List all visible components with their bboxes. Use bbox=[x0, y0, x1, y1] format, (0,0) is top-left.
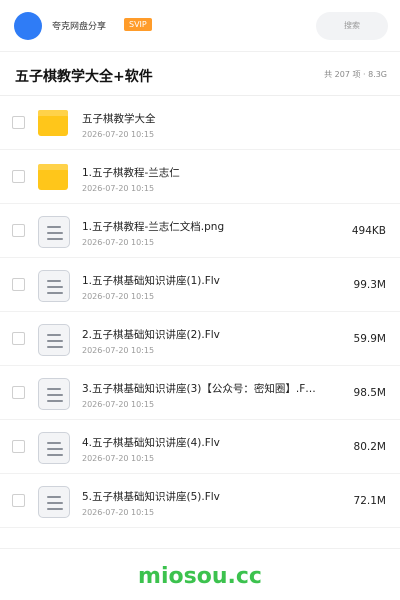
item-name: 3.五子棋基础知识讲座(3)【公众号：密知圈】.F… bbox=[82, 383, 316, 395]
item-date: 2026-07-20 10:15 bbox=[82, 346, 155, 355]
item-size: 59.9M bbox=[353, 333, 386, 345]
item-size: 98.5M bbox=[353, 387, 386, 399]
folder-title-bar: 五子棋教学大全+软件 共 207 项 · 8.3G bbox=[0, 52, 400, 96]
item-name: 1.五子棋教程-兰志仁 bbox=[82, 167, 180, 179]
file-list: 五子棋教学大全 2026-07-20 10:15 1.五子棋教程-兰志仁 202… bbox=[0, 96, 400, 528]
select-checkbox[interactable] bbox=[12, 494, 25, 507]
top-header: 夸克网盘分享 SVIP 搜索 bbox=[0, 0, 400, 52]
avatar[interactable] bbox=[14, 12, 42, 40]
item-name: 1.五子棋教程-兰志仁文档.png bbox=[82, 221, 225, 233]
document-icon bbox=[38, 324, 70, 356]
list-item[interactable]: 1.五子棋教程-兰志仁文档.png 2026-07-20 10:15 494KB bbox=[0, 204, 400, 258]
item-size: 72.1M bbox=[353, 495, 386, 507]
select-checkbox[interactable] bbox=[12, 116, 25, 129]
select-checkbox[interactable] bbox=[12, 440, 25, 453]
folder-icon bbox=[38, 163, 70, 193]
svip-badge: SVIP bbox=[124, 18, 152, 31]
select-checkbox[interactable] bbox=[12, 170, 25, 183]
watermark: miosou.cc bbox=[138, 564, 262, 589]
item-date: 2026-07-20 10:15 bbox=[82, 454, 155, 463]
folder-icon bbox=[38, 109, 70, 139]
list-item[interactable]: 1.五子棋教程-兰志仁 2026-07-20 10:15 bbox=[0, 150, 400, 204]
item-date: 2026-07-20 10:15 bbox=[82, 400, 155, 409]
document-icon bbox=[38, 270, 70, 302]
list-item[interactable]: 1.五子棋基础知识讲座(1).Flv 2026-07-20 10:15 99.3… bbox=[0, 258, 400, 312]
select-checkbox[interactable] bbox=[12, 224, 25, 237]
item-name: 1.五子棋基础知识讲座(1).Flv bbox=[82, 275, 220, 287]
item-size: 99.3M bbox=[353, 279, 386, 291]
item-name: 5.五子棋基础知识讲座(5).Flv bbox=[82, 491, 220, 503]
document-icon bbox=[38, 216, 70, 248]
item-date: 2026-07-20 10:15 bbox=[82, 184, 155, 193]
item-date: 2026-07-20 10:15 bbox=[82, 130, 155, 139]
page-title: 五子棋教学大全+软件 bbox=[15, 69, 153, 85]
item-size: 494KB bbox=[351, 225, 386, 237]
select-checkbox[interactable] bbox=[12, 332, 25, 345]
select-checkbox[interactable] bbox=[12, 278, 25, 291]
list-item[interactable]: 五子棋教学大全 2026-07-20 10:15 bbox=[0, 96, 400, 150]
document-icon bbox=[38, 432, 70, 464]
item-name: 2.五子棋基础知识讲座(2).Flv bbox=[82, 329, 220, 341]
item-name: 4.五子棋基础知识讲座(4).Flv bbox=[82, 437, 220, 449]
folder-summary: 共 207 项 · 8.3G bbox=[324, 70, 387, 79]
list-item[interactable]: 3.五子棋基础知识讲座(3)【公众号：密知圈】.F… 2026-07-20 10… bbox=[0, 366, 400, 420]
document-icon bbox=[38, 378, 70, 410]
list-item[interactable]: 5.五子棋基础知识讲座(5).Flv 2026-07-20 10:15 72.1… bbox=[0, 474, 400, 528]
search-button[interactable]: 搜索 bbox=[316, 12, 388, 40]
list-item[interactable]: 4.五子棋基础知识讲座(4).Flv 2026-07-20 10:15 80.2… bbox=[0, 420, 400, 474]
item-date: 2026-07-20 10:15 bbox=[82, 292, 155, 301]
document-icon bbox=[38, 486, 70, 518]
list-item[interactable]: 2.五子棋基础知识讲座(2).Flv 2026-07-20 10:15 59.9… bbox=[0, 312, 400, 366]
item-date: 2026-07-20 10:15 bbox=[82, 508, 155, 517]
brand-name: 夸克网盘分享 bbox=[52, 22, 107, 32]
item-name: 五子棋教学大全 bbox=[82, 113, 156, 125]
select-checkbox[interactable] bbox=[12, 386, 25, 399]
item-size: 80.2M bbox=[353, 441, 386, 453]
item-date: 2026-07-20 10:15 bbox=[82, 238, 155, 247]
